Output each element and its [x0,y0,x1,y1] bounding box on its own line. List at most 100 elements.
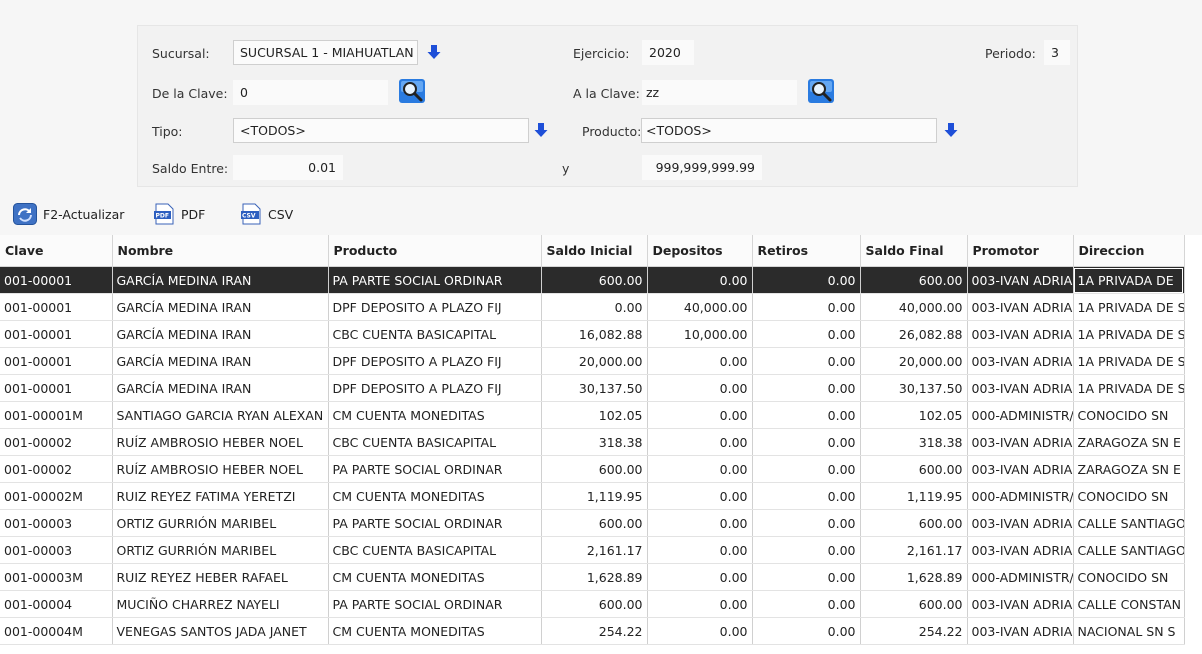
table-cell: 16,082.88 [541,320,648,348]
table-row[interactable]: 001-00004 MUCIÑO CHARREZ NAYELI PA PARTE S… [0,590,1185,618]
table-cell: 1,628.89 [541,563,648,591]
table-cell: 000-ADMINISTR/ [967,482,1074,510]
ejercicio-field[interactable]: 2020 [642,40,694,65]
csv-icon: CSV [241,203,261,225]
saldo-max-field[interactable]: 999,999,999.99 [642,155,762,180]
table-row[interactable]: 001-00001 GARCÍA MEDINA IRAN PA PARTE SOCI… [0,266,1185,294]
table-cell: MUCIÑO CHARREZ NAYELI [112,590,329,618]
table-row[interactable]: 001-00001M SANTIAGO GARCIA RYAN ALEXAN CM … [0,401,1185,429]
column-header[interactable]: Nombre [112,235,329,267]
table-row[interactable]: 001-00003 ORTIZ GURRIÓN MARIBEL CBC CUENTA… [0,536,1185,564]
table-cell: CALLE SANTIAGO [1073,509,1185,537]
table-row[interactable]: 001-00002 RUÍZ AMBROSIO HEBER NOEL PA PART… [0,455,1185,483]
table-row[interactable]: 001-00001 GARCÍA MEDINA IRAN DPF DEPOSITO … [0,347,1185,375]
table-cell: GARCÍA MEDINA IRAN [112,293,329,321]
column-header[interactable]: Clave [0,235,113,267]
column-header[interactable]: Direccion [1073,235,1185,267]
table-row[interactable]: 001-00004M VENEGAS SANTOS JADA JANET CM CU… [0,617,1185,645]
column-header[interactable]: Retiros [752,235,861,267]
table-cell: 0.00 [647,401,753,429]
table-body: 001-00001 GARCÍA MEDINA IRAN PA PARTE SOCI… [0,266,1185,645]
table-cell: 003-IVAN ADRIA [967,293,1074,321]
arrow-down-icon [427,44,441,59]
arrow-down-icon [534,122,548,137]
table-cell: GARCÍA MEDINA IRAN [112,320,329,348]
de-clave-search-button[interactable] [397,78,427,104]
a-clave-field[interactable]: zz [642,80,797,105]
table-cell: 2,161.17 [541,536,648,564]
table-cell: 001-00002M [0,482,113,510]
table-cell: 0.00 [752,617,861,645]
table-cell: 20,000.00 [541,347,648,375]
table-cell: 001-00001 [0,266,113,294]
table-row[interactable]: 001-00001 GARCÍA MEDINA IRAN CBC CUENTA BA… [0,320,1185,348]
table-cell: 1,119.95 [541,482,648,510]
column-header[interactable]: Promotor [967,235,1074,267]
table-row[interactable]: 001-00002M RUIZ REYEZ FATIMA YERETZI CM CU… [0,482,1185,510]
periodo-field[interactable]: 3 [1044,40,1070,65]
csv-label: CSV [268,206,294,222]
table-cell: 0.00 [752,455,861,483]
table-cell: 10,000.00 [647,320,753,348]
table-cell: 0.00 [752,293,861,321]
table-header: Clave Nombre Producto Saldo Inicial Deposito… [0,235,1185,267]
table-cell: 600.00 [860,266,968,294]
table-cell: PA PARTE SOCIAL ORDINAR [328,455,542,483]
table-row[interactable]: 001-00003M RUIZ REYEZ HEBER RAFAEL CM CUEN… [0,563,1185,591]
column-header[interactable]: Depositos [647,235,753,267]
table-cell: 0.00 [647,617,753,645]
table-cell: CONOCIDO SN [1073,401,1185,429]
magnifier-icon [808,79,834,103]
table-cell: 001-00004M [0,617,113,645]
table-cell: 0.00 [647,482,753,510]
table-cell: CALLE CONSTAN [1073,590,1185,618]
periodo-label: Periodo: [985,46,1036,61]
a-clave-label: A la Clave: [573,86,640,101]
table-cell: 0.00 [752,482,861,510]
table-cell: RUÍZ AMBROSIO HEBER NOEL [112,455,329,483]
csv-button[interactable]: CSV CSV [240,202,293,226]
table-cell: 0.00 [752,401,861,429]
table-cell: 0.00 [647,428,753,456]
table-cell: 0.00 [752,266,861,294]
table-cell: CM CUENTA MONEDITAS [328,482,542,510]
table-cell: ZARAGOZA SN E [1073,455,1185,483]
table-cell: 102.05 [541,401,648,429]
tipo-dropdown-button[interactable] [531,118,551,141]
saldo-entre-label: Saldo Entre: [152,161,229,176]
saldo-min-field[interactable]: 0.01 [233,155,343,180]
table-cell: 600.00 [541,266,648,294]
table-cell: 102.05 [860,401,968,429]
table-cell: 600.00 [860,509,968,537]
table-cell: 0.00 [752,536,861,564]
table-cell: 1A PRIVADA DE S [1073,293,1185,321]
de-clave-field[interactable]: 0 [233,80,388,105]
column-header[interactable]: Saldo Inicial [541,235,648,267]
table-row[interactable]: 001-00002 RUÍZ AMBROSIO HEBER NOEL CBC CUE… [0,428,1185,456]
pdf-button[interactable]: PDF PDF [153,202,205,226]
a-clave-search-button[interactable] [806,78,836,104]
column-header[interactable]: Saldo Final [860,235,968,267]
table-cell: DPF DEPOSITO A PLAZO FIJ [328,347,542,375]
table-row[interactable]: 001-00001 GARCÍA MEDINA IRAN DPF DEPOSITO … [0,293,1185,321]
sucursal-label: Sucursal: [152,46,210,61]
table-cell: 001-00003M [0,563,113,591]
sucursal-select[interactable]: SUCURSAL 1 - MIAHUATLAN [233,40,418,65]
table-cell: CBC CUENTA BASICAPITAL [328,428,542,456]
de-clave-label: De la Clave: [152,86,228,101]
producto-dropdown-button[interactable] [941,118,961,141]
table-cell: 0.00 [541,293,648,321]
table-cell: ORTIZ GURRIÓN MARIBEL [112,509,329,537]
table-cell: 003-IVAN ADRIA [967,320,1074,348]
tipo-select[interactable]: <TODOS> [233,118,529,143]
table-row[interactable]: 001-00001 GARCÍA MEDINA IRAN DPF DEPOSITO … [0,374,1185,402]
sucursal-dropdown-button[interactable] [424,40,444,63]
table-cell: 000-ADMINISTR/ [967,401,1074,429]
column-header[interactable]: Producto [328,235,542,267]
table-cell: RUIZ REYEZ FATIMA YERETZI [112,482,329,510]
table-cell: 0.00 [752,563,861,591]
table-cell: 318.38 [541,428,648,456]
producto-select[interactable]: <TODOS> [641,118,937,143]
table-row[interactable]: 001-00003 ORTIZ GURRIÓN MARIBEL PA PARTE S… [0,509,1185,537]
refresh-button[interactable]: F2-Actualizar [13,202,124,226]
